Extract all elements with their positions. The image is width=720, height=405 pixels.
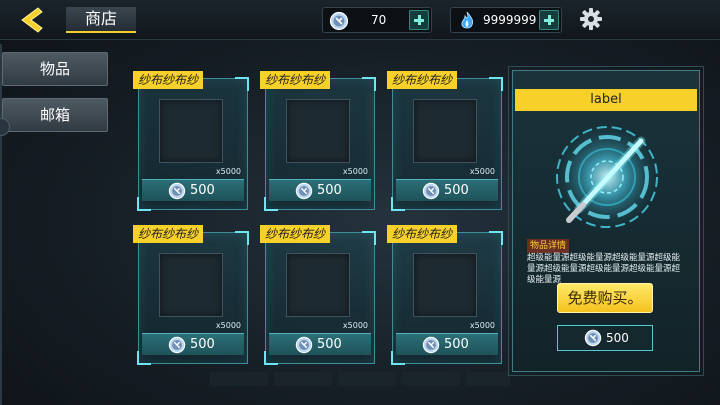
silver-coin-icon [422,182,440,200]
add-energy-button[interactable] [539,10,559,30]
currency-energy: 9999999 [450,7,562,33]
top-bar: 商店 70 9999999 [0,0,720,40]
item-price-bar: 500 [396,179,498,201]
shop-item-card[interactable]: 纱布纱布纱 x5000 500 [387,225,503,365]
item-price-bar: 500 [396,333,498,355]
item-price: 500 [444,337,469,352]
silver-coin-icon [329,11,349,31]
detail-desc-title: 物品详情 [527,239,570,253]
item-slot [413,253,477,317]
detail-price: 500 [606,331,629,345]
detail-label: label [515,89,697,111]
item-quantity: x5000 [215,167,241,176]
item-name-tag: 纱布纱布纱 [133,225,204,243]
shop-item-card[interactable]: 纱布纱布纱 x5000 500 [387,71,503,211]
item-price-bar: 500 [142,179,244,201]
item-quantity: x5000 [469,321,495,330]
silver-coin-icon [422,336,440,354]
item-price: 500 [190,183,215,198]
detail-desc-text: 超级能量源超级能量源超级能量源超级能量源超级能量源超级能量源超级能量源超级能量源 [527,253,681,285]
silver-coin-icon [295,336,313,354]
item-slot [159,99,223,163]
item-detail-panel: label 物品详情 超级能量源超级能量源超级能量源超级能量源超级能量源超级能量… [512,70,700,372]
item-slot [413,99,477,163]
item-quantity: x5000 [215,321,241,330]
currency-silver: 70 [322,7,432,33]
sidebar-item-mailbox[interactable]: 邮箱 [2,98,108,132]
item-price: 500 [317,183,342,198]
shop-item-card[interactable]: 纱布纱布纱 x5000 500 [260,71,376,211]
item-name-tag: 纱布纱布纱 [387,71,458,89]
shop-item-card[interactable]: 纱布纱布纱 x5000 500 [260,225,376,365]
bottom-decoration [210,372,510,386]
corner-decoration [489,77,503,91]
item-name-tag: 纱布纱布纱 [260,71,331,89]
corner-decoration [362,231,376,245]
item-price: 500 [317,337,342,352]
shop-item-card[interactable]: 纱布纱布纱 x5000 500 [133,225,249,365]
sidebar-item-goods[interactable]: 物品 [2,52,108,86]
blue-flame-icon [457,11,477,31]
corner-decoration [489,231,503,245]
item-name-tag: 纱布纱布纱 [260,225,331,243]
silver-coin-icon [295,182,313,200]
corner-decoration [235,231,249,245]
item-price-bar: 500 [269,179,371,201]
item-price: 500 [444,183,469,198]
item-price: 500 [190,337,215,352]
item-slot [286,253,350,317]
item-slot [286,99,350,163]
item-price-bar: 500 [269,333,371,355]
item-name-tag: 纱布纱布纱 [387,225,458,243]
silver-coin-icon [584,329,602,347]
corner-decoration [362,77,376,91]
item-price-bar: 500 [142,333,244,355]
energy-amount: 9999999 [483,13,537,27]
item-quantity: x5000 [342,321,368,330]
silver-coin-icon [168,336,186,354]
silver-coin-icon [168,182,186,200]
item-slot [159,253,223,317]
item-name-tag: 纱布纱布纱 [133,71,204,89]
corner-decoration [235,77,249,91]
add-silver-button[interactable] [409,10,429,30]
gear-icon[interactable] [580,8,602,30]
free-buy-button[interactable]: 免费购买。 [557,283,653,313]
page-title: 商店 [66,7,136,33]
shop-item-card[interactable]: 纱布纱布纱 x5000 500 [133,71,249,211]
item-quantity: x5000 [342,167,368,176]
back-arrow-icon[interactable] [18,6,48,34]
detail-price-box: 500 [557,325,653,351]
silver-amount: 70 [371,13,387,27]
item-quantity: x5000 [469,167,495,176]
